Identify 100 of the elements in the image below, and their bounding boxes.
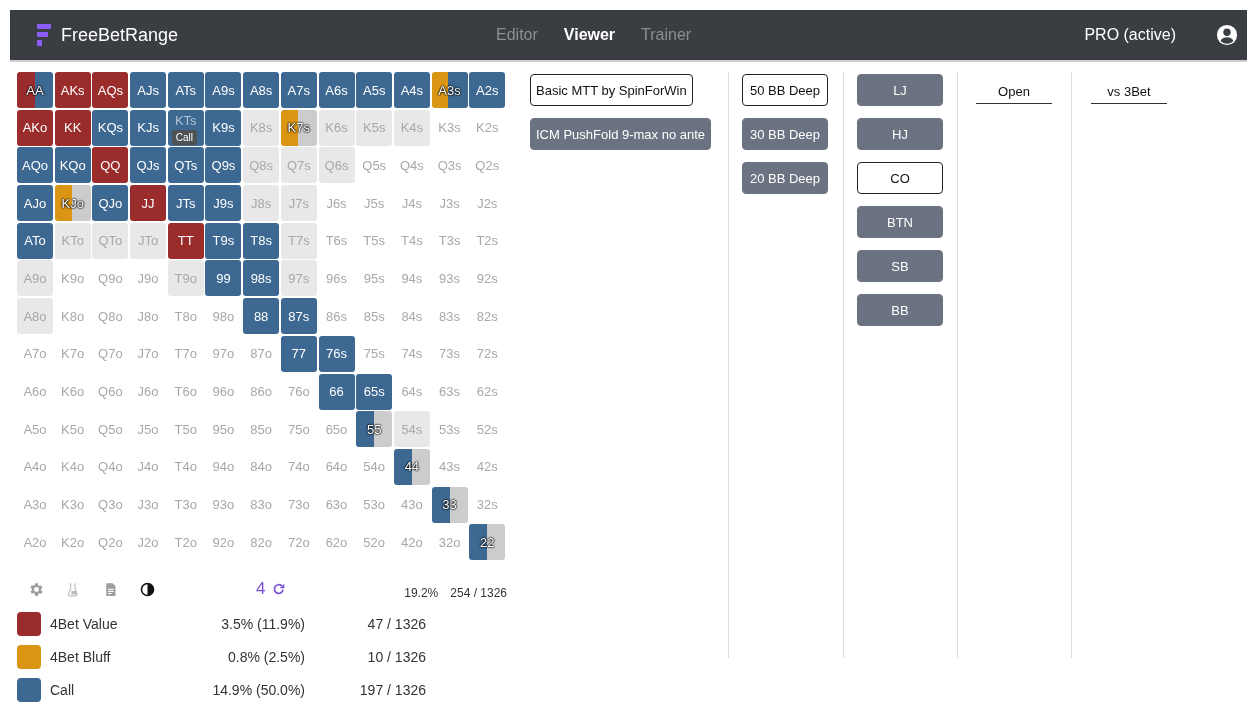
hand-cell[interactable]: JTs <box>167 185 204 222</box>
hand-cell[interactable]: K9s <box>205 109 242 146</box>
hand-cell[interactable]: 94s <box>393 260 430 297</box>
hand-cell[interactable]: Q5s <box>356 147 393 184</box>
hand-cell[interactable]: Q8s <box>243 147 280 184</box>
hand-cell[interactable]: 64s <box>393 373 430 410</box>
hand-cell[interactable]: 52o <box>356 524 393 561</box>
hand-cell[interactable]: 76o <box>280 373 317 410</box>
hand-cell[interactable]: 32o <box>431 524 468 561</box>
option-button[interactable]: CO <box>857 162 943 194</box>
hand-cell[interactable]: A6s <box>318 72 355 108</box>
hand-cell[interactable]: 96s <box>318 260 355 297</box>
hand-cell[interactable]: QQ <box>92 147 129 184</box>
hand-cell[interactable]: 74s <box>393 335 430 372</box>
hand-cell[interactable]: 62s <box>469 373 506 410</box>
hand-cell[interactable]: KQo <box>54 147 91 184</box>
hand-cell[interactable]: KJs <box>130 109 167 146</box>
hand-cell[interactable]: 65o <box>318 411 355 448</box>
hand-cell[interactable]: K4o <box>54 448 91 485</box>
action-tab[interactable]: vs 3Bet <box>1091 74 1167 104</box>
hand-cell[interactable]: KTs Call <box>167 109 204 146</box>
hand-cell[interactable]: Q3o <box>92 486 129 523</box>
hand-cell[interactable]: KQs <box>92 109 129 146</box>
hand-cell[interactable]: 86s <box>318 298 355 335</box>
hand-cell[interactable]: JJ <box>130 185 167 222</box>
hand-cell[interactable]: K2o <box>54 524 91 561</box>
hand-cell[interactable]: Q3s <box>431 147 468 184</box>
hand-cell[interactable]: 43o <box>393 486 430 523</box>
hand-cell[interactable]: 96o <box>205 373 242 410</box>
contrast-icon[interactable] <box>139 580 156 598</box>
option-button[interactable]: 30 BB Deep <box>742 118 828 150</box>
hand-cell[interactable]: Q9s <box>205 147 242 184</box>
option-button[interactable]: HJ <box>857 118 943 150</box>
hand-cell[interactable]: Q2o <box>92 524 129 561</box>
hand-cell[interactable]: 88 <box>243 298 280 335</box>
option-button[interactable]: LJ <box>857 74 943 106</box>
hand-cell[interactable]: 42o <box>393 524 430 561</box>
hand-cell[interactable]: 53o <box>356 486 393 523</box>
hand-cell[interactable]: 72o <box>280 524 317 561</box>
hand-cell[interactable]: Q7o <box>92 335 129 372</box>
hand-cell[interactable]: 87o <box>243 335 280 372</box>
hand-cell[interactable]: AQo <box>17 147 53 184</box>
hand-cell[interactable]: K5s <box>356 109 393 146</box>
hand-cell[interactable]: K7o <box>54 335 91 372</box>
hand-cell[interactable]: AJo <box>17 185 53 222</box>
hand-cell[interactable]: ATo <box>17 222 53 259</box>
hand-cell[interactable]: J9s <box>205 185 242 222</box>
hand-cell[interactable]: 75s <box>356 335 393 372</box>
nav-tab[interactable]: Editor <box>496 26 538 44</box>
option-button[interactable]: BB <box>857 294 943 326</box>
option-button[interactable]: ICM PushFold 9-max no ante <box>530 118 712 150</box>
hand-cell[interactable]: Q8o <box>92 298 129 335</box>
hand-cell[interactable]: K4s <box>393 109 430 146</box>
hand-cell[interactable]: A2o <box>17 524 53 561</box>
hand-cell[interactable]: 94o <box>205 448 242 485</box>
hand-cell[interactable]: J7s <box>280 185 317 222</box>
hand-cell[interactable]: A7o <box>17 335 53 372</box>
hand-cell[interactable]: J4s <box>393 185 430 222</box>
hand-cell[interactable]: Q4s <box>393 147 430 184</box>
option-button[interactable]: Basic MTT by SpinForWin <box>530 74 693 106</box>
hand-cell[interactable]: T3o <box>167 486 204 523</box>
hand-cell[interactable]: K6o <box>54 373 91 410</box>
user-icon[interactable] <box>1216 24 1238 46</box>
hand-cell[interactable]: 54s <box>393 411 430 448</box>
hand-cell[interactable]: A6o <box>17 373 53 410</box>
hand-cell[interactable]: 84o <box>243 448 280 485</box>
hand-cell[interactable]: QJo <box>92 185 129 222</box>
hand-cell[interactable]: J8o <box>130 298 167 335</box>
hand-cell[interactable]: 92s <box>469 260 506 297</box>
hand-cell[interactable]: 32s <box>469 486 506 523</box>
hand-cell[interactable]: AKs <box>54 72 91 108</box>
hand-cell[interactable]: QTo <box>92 222 129 259</box>
hand-cell[interactable]: Q6s <box>318 147 355 184</box>
hand-cell[interactable]: 82s <box>469 298 506 335</box>
hand-cell[interactable]: J4o <box>130 448 167 485</box>
hand-cell[interactable]: 75o <box>280 411 317 448</box>
hand-cell[interactable]: T5s <box>356 222 393 259</box>
hand-cell[interactable]: T8o <box>167 298 204 335</box>
hand-cell[interactable]: 54o <box>356 448 393 485</box>
hand-cell[interactable]: A3o <box>17 486 53 523</box>
hand-cell[interactable]: 53s <box>431 411 468 448</box>
hand-cell[interactable]: T6s <box>318 222 355 259</box>
hand-cell[interactable]: Q5o <box>92 411 129 448</box>
hand-cell[interactable]: A2s <box>469 72 506 108</box>
hand-cell[interactable]: QJs <box>130 147 167 184</box>
hand-cell[interactable]: 82o <box>243 524 280 561</box>
hand-cell[interactable]: J9o <box>130 260 167 297</box>
nav-tab[interactable]: Viewer <box>563 26 616 44</box>
hand-cell[interactable]: T6o <box>167 373 204 410</box>
hand-cell[interactable]: T9s <box>205 222 242 259</box>
hand-cell[interactable]: T7s <box>280 222 317 259</box>
hand-cell[interactable]: QTs <box>167 147 204 184</box>
hand-cell[interactable]: K3s <box>431 109 468 146</box>
hand-cell[interactable]: Q6o <box>92 373 129 410</box>
hand-cell[interactable]: 99 <box>205 260 242 297</box>
hand-cell[interactable]: 85s <box>356 298 393 335</box>
hand-cell[interactable]: K6s <box>318 109 355 146</box>
hand-cell[interactable]: TT <box>167 222 204 259</box>
hand-cell[interactable]: A5s <box>356 72 393 108</box>
option-button[interactable]: 20 BB Deep <box>742 162 828 194</box>
